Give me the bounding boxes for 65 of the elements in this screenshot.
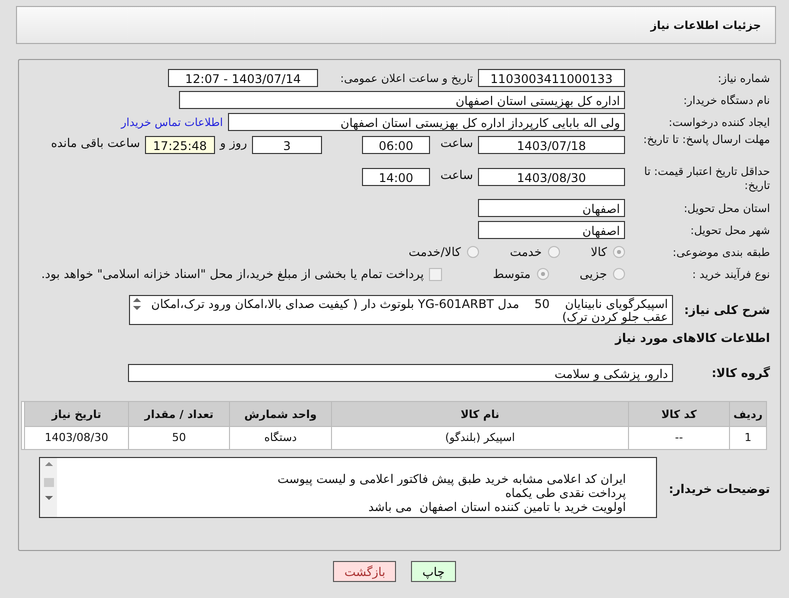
remaining-time-field: 17:25:48 <box>145 136 215 154</box>
deadline-time-field: 06:00 <box>362 136 430 154</box>
table-cell: 50 <box>128 427 229 449</box>
page-title: جزئیات اطلاعات نیاز <box>650 18 761 32</box>
column-header: واحد شمارش <box>229 402 331 427</box>
note-line: پرداخت نقدی طی یکماه <box>504 486 626 500</box>
requester-field: ولی اله بابایی کارپرداز اداره کل بهزیستی استان اصفهان <box>228 113 625 131</box>
column-header: ردیف <box>729 402 766 427</box>
days-field: 3 <box>252 136 322 154</box>
field-label: توضیحات خریدار: <box>670 482 770 496</box>
contact-link[interactable]: اطلاعات تماس خریدار <box>121 116 223 128</box>
option-label: متوسط <box>492 267 531 281</box>
buyer-org-field: اداره کل بهزیستی استان اصفهان <box>179 91 625 109</box>
province-field: اصفهان <box>478 199 625 217</box>
city-field: اصفهان <box>478 221 625 239</box>
column-header: کد کالا <box>628 402 729 427</box>
section-title: اطلاعات کالاهای مورد نیاز <box>614 331 770 347</box>
option-label: خدمت <box>510 245 542 259</box>
validity-time-field: 14:00 <box>362 168 430 186</box>
field-label: حداقل تاریخ اعتبار قیمت: تا تاریخ: <box>643 165 770 193</box>
radio-button[interactable] <box>613 268 625 280</box>
checkbox-label: پرداخت تمام یا بخشی از مبلغ خرید،از محل "اسناد خزانه اسلامی" خواهد بود. <box>41 267 424 281</box>
field-label: ایجاد کننده درخواست: <box>668 116 770 128</box>
announce-date-field: 1403/07/14 - 12:07 <box>168 69 318 87</box>
note-line: ایران کد اعلامی مشابه خرید طبق پیش فاکتور اعلامی و لیست پیوست <box>276 472 626 486</box>
validity-date-field: 1403/08/30 <box>478 168 625 186</box>
table-cell: 1 <box>729 427 766 449</box>
option-label: جزیی <box>580 267 607 281</box>
column-header: تاریخ نیاز <box>24 402 128 427</box>
table-cell: -- <box>628 427 729 449</box>
option-label: کالا <box>590 245 607 259</box>
field-label: شماره نیاز: <box>716 72 770 84</box>
field-label: طبقه بندی موضوعی: <box>672 246 770 258</box>
radio-button[interactable] <box>613 246 625 258</box>
note-line: اولویت خرید با تامین کننده استان اصفهان می باشد <box>367 500 626 514</box>
field-label: نوع فرآیند خرید : <box>691 268 770 280</box>
column-header: نام کالا <box>331 402 628 427</box>
field-label: شرح کلی نیاز: <box>683 303 770 317</box>
action-button[interactable]: چاپ <box>411 561 456 582</box>
radio-button[interactable] <box>466 246 479 258</box>
field-label: گروه کالا: <box>710 366 770 380</box>
days-label: روز و <box>220 136 247 150</box>
buyer-notes-textarea[interactable]: ایران کد اعلامی مشابه خرید طبق پیش فاکتور اعلامی و لیست پیوست پرداخت نقدی طی یکماه اولویت خرید با تامین کننده استان اصفهان می باشد <box>39 457 657 518</box>
scroll-arrows-icon <box>132 297 142 311</box>
option-label: کالا/خدمت <box>408 245 461 259</box>
field-label: مهلت ارسال پاسخ: تا تاریخ: <box>642 133 770 147</box>
radio-button[interactable] <box>536 268 549 280</box>
goods-group-field: دارو، پزشکی و سلامت <box>128 364 673 382</box>
radio-button[interactable] <box>548 246 560 258</box>
checkbox[interactable] <box>428 268 442 280</box>
field-label: تاریخ و ساعت اعلان عمومی: <box>339 72 473 84</box>
time-label: ساعت <box>439 136 473 150</box>
table-cell: 1403/08/30 <box>24 427 128 449</box>
field-label: استان محل تحویل: <box>682 202 770 214</box>
remaining-label: ساعت باقی مانده <box>50 136 140 150</box>
time-label: ساعت <box>439 168 473 182</box>
deadline-date-field: 1403/07/18 <box>478 136 625 154</box>
action-button[interactable]: بازگشت <box>333 561 396 582</box>
table-cell: دستگاه <box>229 427 331 449</box>
column-header: تعداد / مقدار <box>128 402 229 427</box>
field-label: نام دستگاه خریدار: <box>682 94 770 106</box>
table-cell: اسپیکر (بلندگو) <box>331 427 628 449</box>
field-label: شهر محل تحویل: <box>689 224 770 236</box>
need-number-field: 1103003411000133 <box>478 69 625 87</box>
scrollbar[interactable] <box>40 458 57 517</box>
